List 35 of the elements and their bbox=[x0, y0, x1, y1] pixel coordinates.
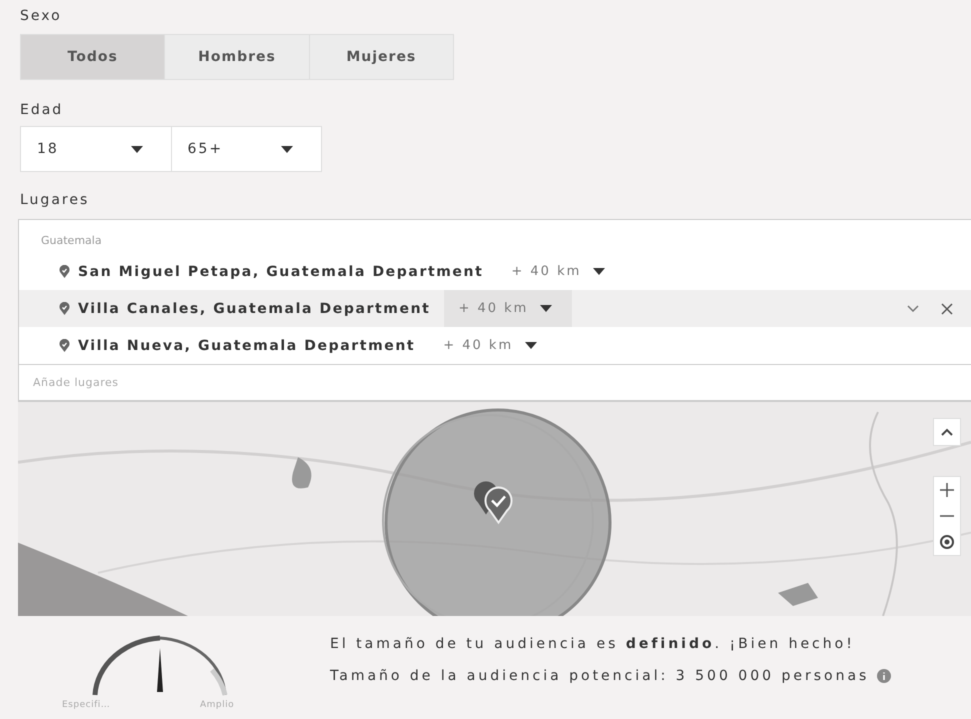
location-name: Villa Canales, Guatemala Department bbox=[78, 300, 430, 316]
caret-icon bbox=[540, 305, 552, 312]
caret-icon bbox=[130, 146, 142, 152]
pin-icon bbox=[59, 302, 70, 315]
location-name: San Miguel Petapa, Guatemala Department bbox=[78, 264, 484, 280]
plus-icon bbox=[940, 483, 954, 497]
audience-size: Tamaño de la audiencia potencial: 3 500 000 personas bbox=[330, 668, 870, 684]
chevron-up-icon bbox=[941, 428, 953, 436]
gauge-max-label: Amplio bbox=[200, 700, 234, 710]
radius-dropdown[interactable]: + 40 km bbox=[429, 327, 556, 364]
pin-icon bbox=[59, 339, 70, 352]
country-heading: Guatemala bbox=[40, 233, 102, 249]
radius-dropdown[interactable]: + 40 km bbox=[497, 253, 624, 290]
location-name: Villa Nueva, Guatemala Department bbox=[78, 338, 416, 354]
caret-icon bbox=[593, 268, 606, 275]
segment-tab[interactable]: Todos bbox=[21, 35, 166, 79]
gauge-min-label: Especifi… bbox=[62, 700, 110, 710]
age-dropdown[interactable]: 65+ bbox=[172, 127, 321, 171]
radius-dropdown[interactable]: + 40 km bbox=[444, 290, 572, 327]
target-icon bbox=[939, 534, 955, 550]
section-label: Edad bbox=[20, 102, 64, 118]
close-icon[interactable] bbox=[941, 302, 953, 314]
location-row[interactable]: Villa Canales, Guatemala Department + 40 km bbox=[19, 290, 971, 327]
section-label: Sexo bbox=[20, 8, 63, 24]
caret-icon bbox=[281, 146, 293, 152]
section-label: Lugares bbox=[20, 192, 90, 208]
pin-icon bbox=[59, 265, 70, 278]
caret-icon bbox=[525, 342, 538, 349]
location-row[interactable]: Villa Nueva, Guatemala Department + 40 km bbox=[19, 327, 971, 364]
chevron-icon[interactable] bbox=[907, 305, 919, 312]
audience-message: El tamaño de tu audiencia es definido. ¡Bien hecho! bbox=[330, 636, 856, 652]
minus-icon bbox=[940, 515, 954, 517]
age-dropdown[interactable]: 18 bbox=[21, 127, 172, 171]
location-row[interactable]: San Miguel Petapa, Guatemala Department + 40 km bbox=[19, 253, 971, 290]
info-icon[interactable] bbox=[877, 669, 892, 683]
